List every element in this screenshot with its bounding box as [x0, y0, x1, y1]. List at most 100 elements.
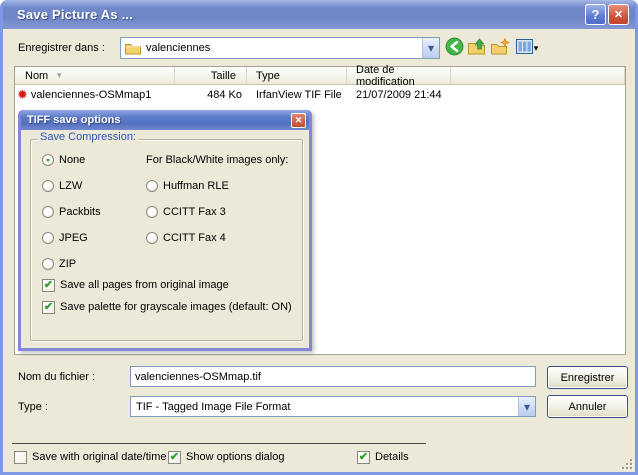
check-icon: ✔: [44, 302, 53, 313]
title-bar[interactable]: Save Picture As ... ? ✕: [3, 0, 635, 29]
radio-huffman-rle[interactable]: Huffman RLE: [146, 178, 229, 194]
column-header-name[interactable]: Nom ▼: [15, 67, 175, 85]
save-picture-dialog: Save Picture As ... ? ✕ Enregistrer dans…: [0, 0, 638, 475]
irfanview-file-icon: ✹: [17, 88, 28, 101]
last-folder-visited-button[interactable]: [443, 37, 465, 59]
checkbox-save-original-date[interactable]: Save with original date/time: [14, 449, 167, 465]
bw-images-label: For Black/White images only:: [146, 154, 288, 166]
back-arrow-icon: [445, 37, 464, 59]
checkbox-save-all-pages[interactable]: ✔ Save all pages from original image: [42, 277, 229, 293]
radio-dot: ●: [46, 157, 50, 164]
close-icon: ✕: [295, 115, 303, 126]
radio-circle: [146, 180, 158, 192]
filetype-value: TIF - Tagged Image File Format: [131, 401, 290, 413]
radio-ccitt-fax-4[interactable]: CCITT Fax 4: [146, 230, 226, 246]
checkbox-label: Details: [375, 451, 409, 463]
filetype-combobox[interactable]: TIF - Tagged Image File Format ▾: [130, 396, 536, 417]
radio-jpeg[interactable]: JPEG: [42, 230, 88, 246]
create-new-folder-button[interactable]: [489, 37, 511, 59]
filetype-label: Type :: [18, 401, 48, 413]
radio-circle: [42, 258, 54, 270]
radio-label: None: [59, 154, 85, 166]
tiff-title-bar[interactable]: TIFF save options ✕: [21, 110, 309, 130]
radio-lzw[interactable]: LZW: [42, 178, 82, 194]
checkbox-label: Save with original date/time: [32, 451, 167, 463]
checkbox-label: Save palette for grayscale images (defau…: [60, 301, 292, 313]
views-caret-icon: ▾: [534, 43, 539, 54]
dialog-body: Enregistrer dans : valenciennes ▾: [3, 29, 635, 472]
cancel-button[interactable]: Annuler: [547, 395, 628, 418]
radio-zip[interactable]: ZIP: [42, 256, 76, 272]
checkbox-box: ✔: [42, 279, 55, 292]
radio-circle: [42, 232, 54, 244]
column-header-filler: [451, 67, 625, 85]
file-list-header: Nom ▼ Taille Type Date de modification: [15, 67, 625, 85]
check-icon: ✔: [359, 452, 368, 463]
check-icon: ✔: [44, 280, 53, 291]
radio-label: Huffman RLE: [163, 180, 229, 192]
column-header-type[interactable]: Type: [247, 67, 347, 85]
radio-label: Packbits: [59, 206, 101, 218]
new-folder-icon: [491, 38, 510, 58]
footer-divider: [12, 443, 426, 444]
radio-circle: [42, 180, 54, 192]
location-value: valenciennes: [141, 42, 210, 54]
save-button[interactable]: Enregistrer: [547, 366, 628, 389]
filename-input[interactable]: [130, 366, 536, 387]
file-name: valenciennes-OSMmap1: [31, 89, 151, 101]
radio-circle: [146, 206, 158, 218]
checkbox-box: ✔: [42, 301, 55, 314]
checkbox-details[interactable]: ✔ Details: [357, 449, 409, 465]
radio-packbits[interactable]: Packbits: [42, 204, 101, 220]
up-one-level-button[interactable]: [466, 37, 488, 59]
folder-up-icon: [468, 38, 487, 58]
cancel-button-label: Annuler: [569, 401, 607, 413]
checkbox-box: ✔: [357, 451, 370, 464]
filetype-dropdown-button[interactable]: ▾: [518, 397, 535, 416]
filename-label: Nom du fichier :: [18, 371, 95, 383]
sort-desc-icon: ▼: [55, 71, 63, 80]
radio-ccitt-fax-3[interactable]: CCITT Fax 3: [146, 204, 226, 220]
radio-label: LZW: [59, 180, 82, 192]
checkbox-save-palette[interactable]: ✔ Save palette for grayscale images (def…: [42, 299, 292, 315]
column-label: Date de modification: [356, 64, 450, 88]
location-dropdown-button[interactable]: ▾: [422, 38, 439, 58]
column-header-size[interactable]: Taille: [175, 67, 247, 85]
views-grid-icon: [516, 39, 533, 57]
checkbox-label: Save all pages from original image: [60, 279, 229, 291]
radio-label: ZIP: [59, 258, 76, 270]
column-label: Type: [256, 70, 280, 82]
save-compression-label: Save Compression:: [37, 131, 139, 143]
view-menu-button[interactable]: ▾: [512, 37, 542, 59]
checkbox-label: Show options dialog: [186, 451, 284, 463]
folder-icon: [125, 42, 141, 55]
table-row[interactable]: ✹ valenciennes-OSMmap1 484 Ko IrfanView …: [15, 85, 625, 104]
close-button[interactable]: ✕: [608, 4, 629, 25]
checkbox-box: [14, 451, 27, 464]
radio-none[interactable]: ● None: [42, 152, 85, 168]
radio-label: JPEG: [59, 232, 88, 244]
column-label: Taille: [211, 70, 236, 82]
radio-label: CCITT Fax 4: [163, 232, 226, 244]
radio-circle: ●: [42, 154, 54, 166]
column-header-modified[interactable]: Date de modification: [347, 67, 451, 85]
tiff-close-button[interactable]: ✕: [291, 113, 306, 128]
location-combobox[interactable]: valenciennes ▾: [120, 37, 440, 59]
file-type: IrfanView TIF File: [256, 89, 342, 101]
radio-circle: [146, 232, 158, 244]
help-button[interactable]: ?: [585, 4, 606, 25]
save-button-label: Enregistrer: [561, 372, 615, 384]
column-label: Nom: [25, 70, 48, 82]
help-icon: ?: [592, 7, 600, 22]
check-icon: ✔: [170, 452, 179, 463]
window-title: Save Picture As ...: [3, 7, 133, 22]
close-icon: ✕: [614, 8, 623, 21]
file-size: 484 Ko: [207, 89, 242, 101]
radio-circle: [42, 206, 54, 218]
checkbox-box: ✔: [168, 451, 181, 464]
tiff-dialog-title: TIFF save options: [21, 114, 121, 126]
tiff-dialog-body: Save Compression: ● None LZW Packbits JP…: [21, 130, 309, 348]
checkbox-show-options-dialog[interactable]: ✔ Show options dialog: [168, 449, 284, 465]
resize-grip[interactable]: [619, 456, 632, 469]
chevron-down-icon: ▾: [428, 42, 434, 54]
